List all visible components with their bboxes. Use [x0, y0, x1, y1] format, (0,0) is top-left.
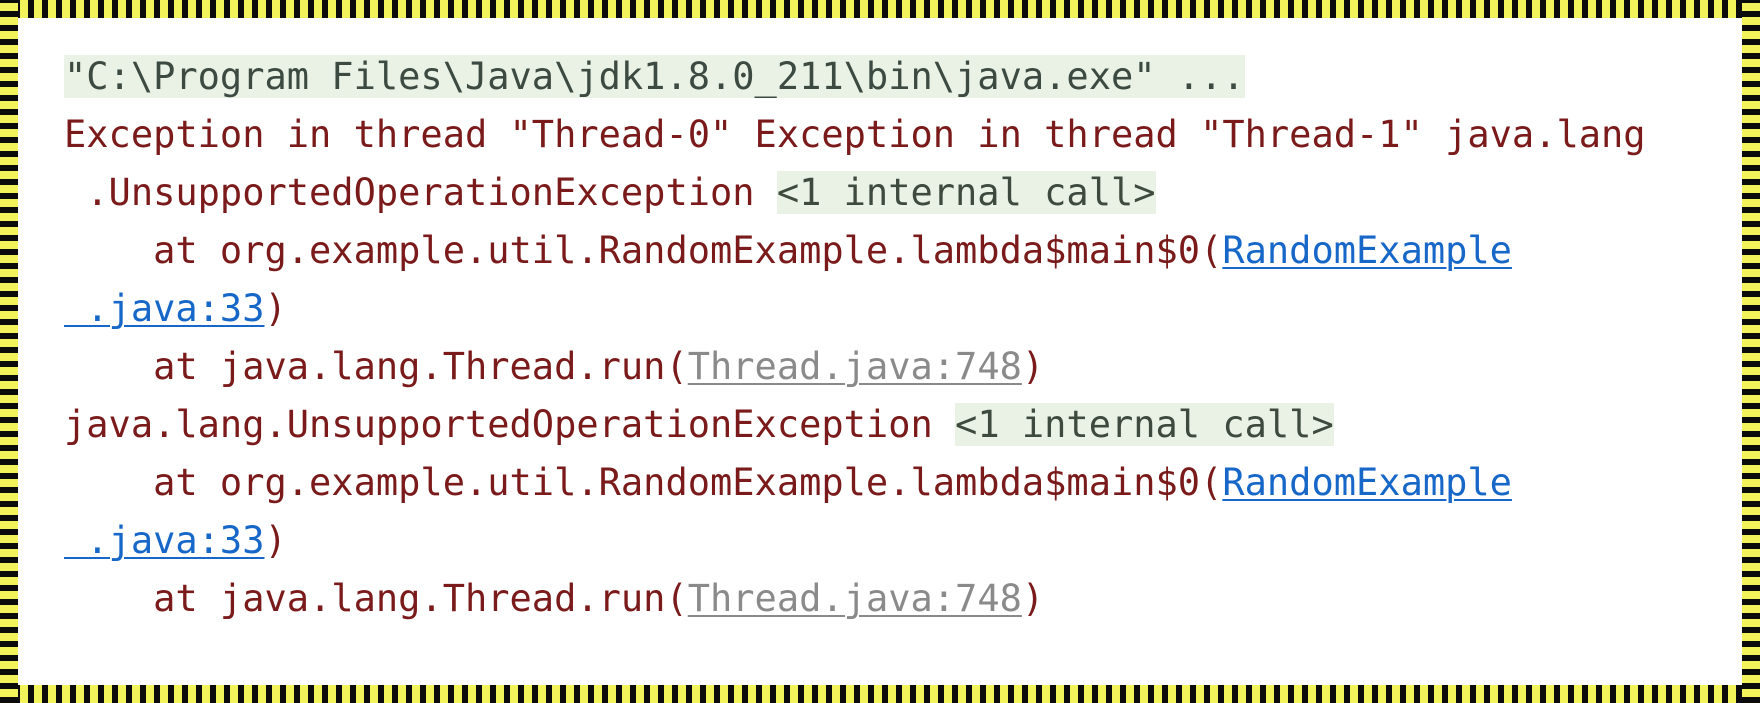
line-9-frame-lambda-2-cont: .java:33) [64, 512, 1718, 570]
line-10-frame-thread-run-2: at java.lang.Thread.run(Thread.java:748) [64, 570, 1718, 628]
source-link[interactable]: Thread.java:748 [688, 345, 1022, 388]
caution-tape-top [0, 0, 1760, 18]
trace-text: at org.example.util.RandomExample.lambda… [64, 461, 1223, 504]
line-1-command: "C:\Program Files\Java\jdk1.8.0_211\bin\… [64, 48, 1718, 106]
line-4-frame-lambda: at org.example.util.RandomExample.lambda… [64, 222, 1718, 280]
source-link[interactable]: RandomExample [1222, 229, 1512, 272]
line-7-exception-class-2: java.lang.UnsupportedOperationException … [64, 396, 1718, 454]
trace-text: ) [1021, 345, 1045, 388]
console-output-panel[interactable]: "C:\Program Files\Java\jdk1.8.0_211\bin\… [18, 18, 1742, 685]
highlighted-text: <1 internal call> [955, 403, 1334, 446]
trace-text: at java.lang.Thread.run( [64, 345, 688, 388]
stack-trace: "C:\Program Files\Java\jdk1.8.0_211\bin\… [64, 48, 1718, 628]
trace-text: Exception in thread "Thread-0" Exception… [64, 113, 1646, 156]
line-6-frame-thread-run: at java.lang.Thread.run(Thread.java:748) [64, 338, 1718, 396]
caution-tape-left [0, 0, 18, 703]
line-3-exception-class: .UnsupportedOperationException <1 intern… [64, 164, 1718, 222]
trace-text: ) [1021, 577, 1045, 620]
trace-text: .UnsupportedOperationException [64, 171, 777, 214]
trace-text: ) [264, 519, 287, 562]
line-8-frame-lambda-2: at org.example.util.RandomExample.lambda… [64, 454, 1718, 512]
highlighted-text: "C:\Program Files\Java\jdk1.8.0_211\bin\… [64, 55, 1245, 98]
console-screenshot: "C:\Program Files\Java\jdk1.8.0_211\bin\… [0, 0, 1760, 703]
trace-text: at java.lang.Thread.run( [64, 577, 688, 620]
source-link[interactable]: Thread.java:748 [688, 577, 1022, 620]
source-link[interactable]: .java:33 [64, 287, 264, 330]
source-link[interactable]: RandomExample [1222, 461, 1512, 504]
caution-tape-bottom [0, 685, 1760, 703]
source-link[interactable]: .java:33 [64, 519, 264, 562]
trace-text: java.lang.UnsupportedOperationException [64, 403, 956, 446]
line-2-exception-headers: Exception in thread "Thread-0" Exception… [64, 106, 1718, 164]
line-5-frame-lambda-cont: .java:33) [64, 280, 1718, 338]
caution-tape-right [1742, 0, 1760, 703]
trace-text: at org.example.util.RandomExample.lambda… [64, 229, 1223, 272]
highlighted-text: <1 internal call> [776, 171, 1156, 214]
trace-text: ) [264, 287, 287, 330]
